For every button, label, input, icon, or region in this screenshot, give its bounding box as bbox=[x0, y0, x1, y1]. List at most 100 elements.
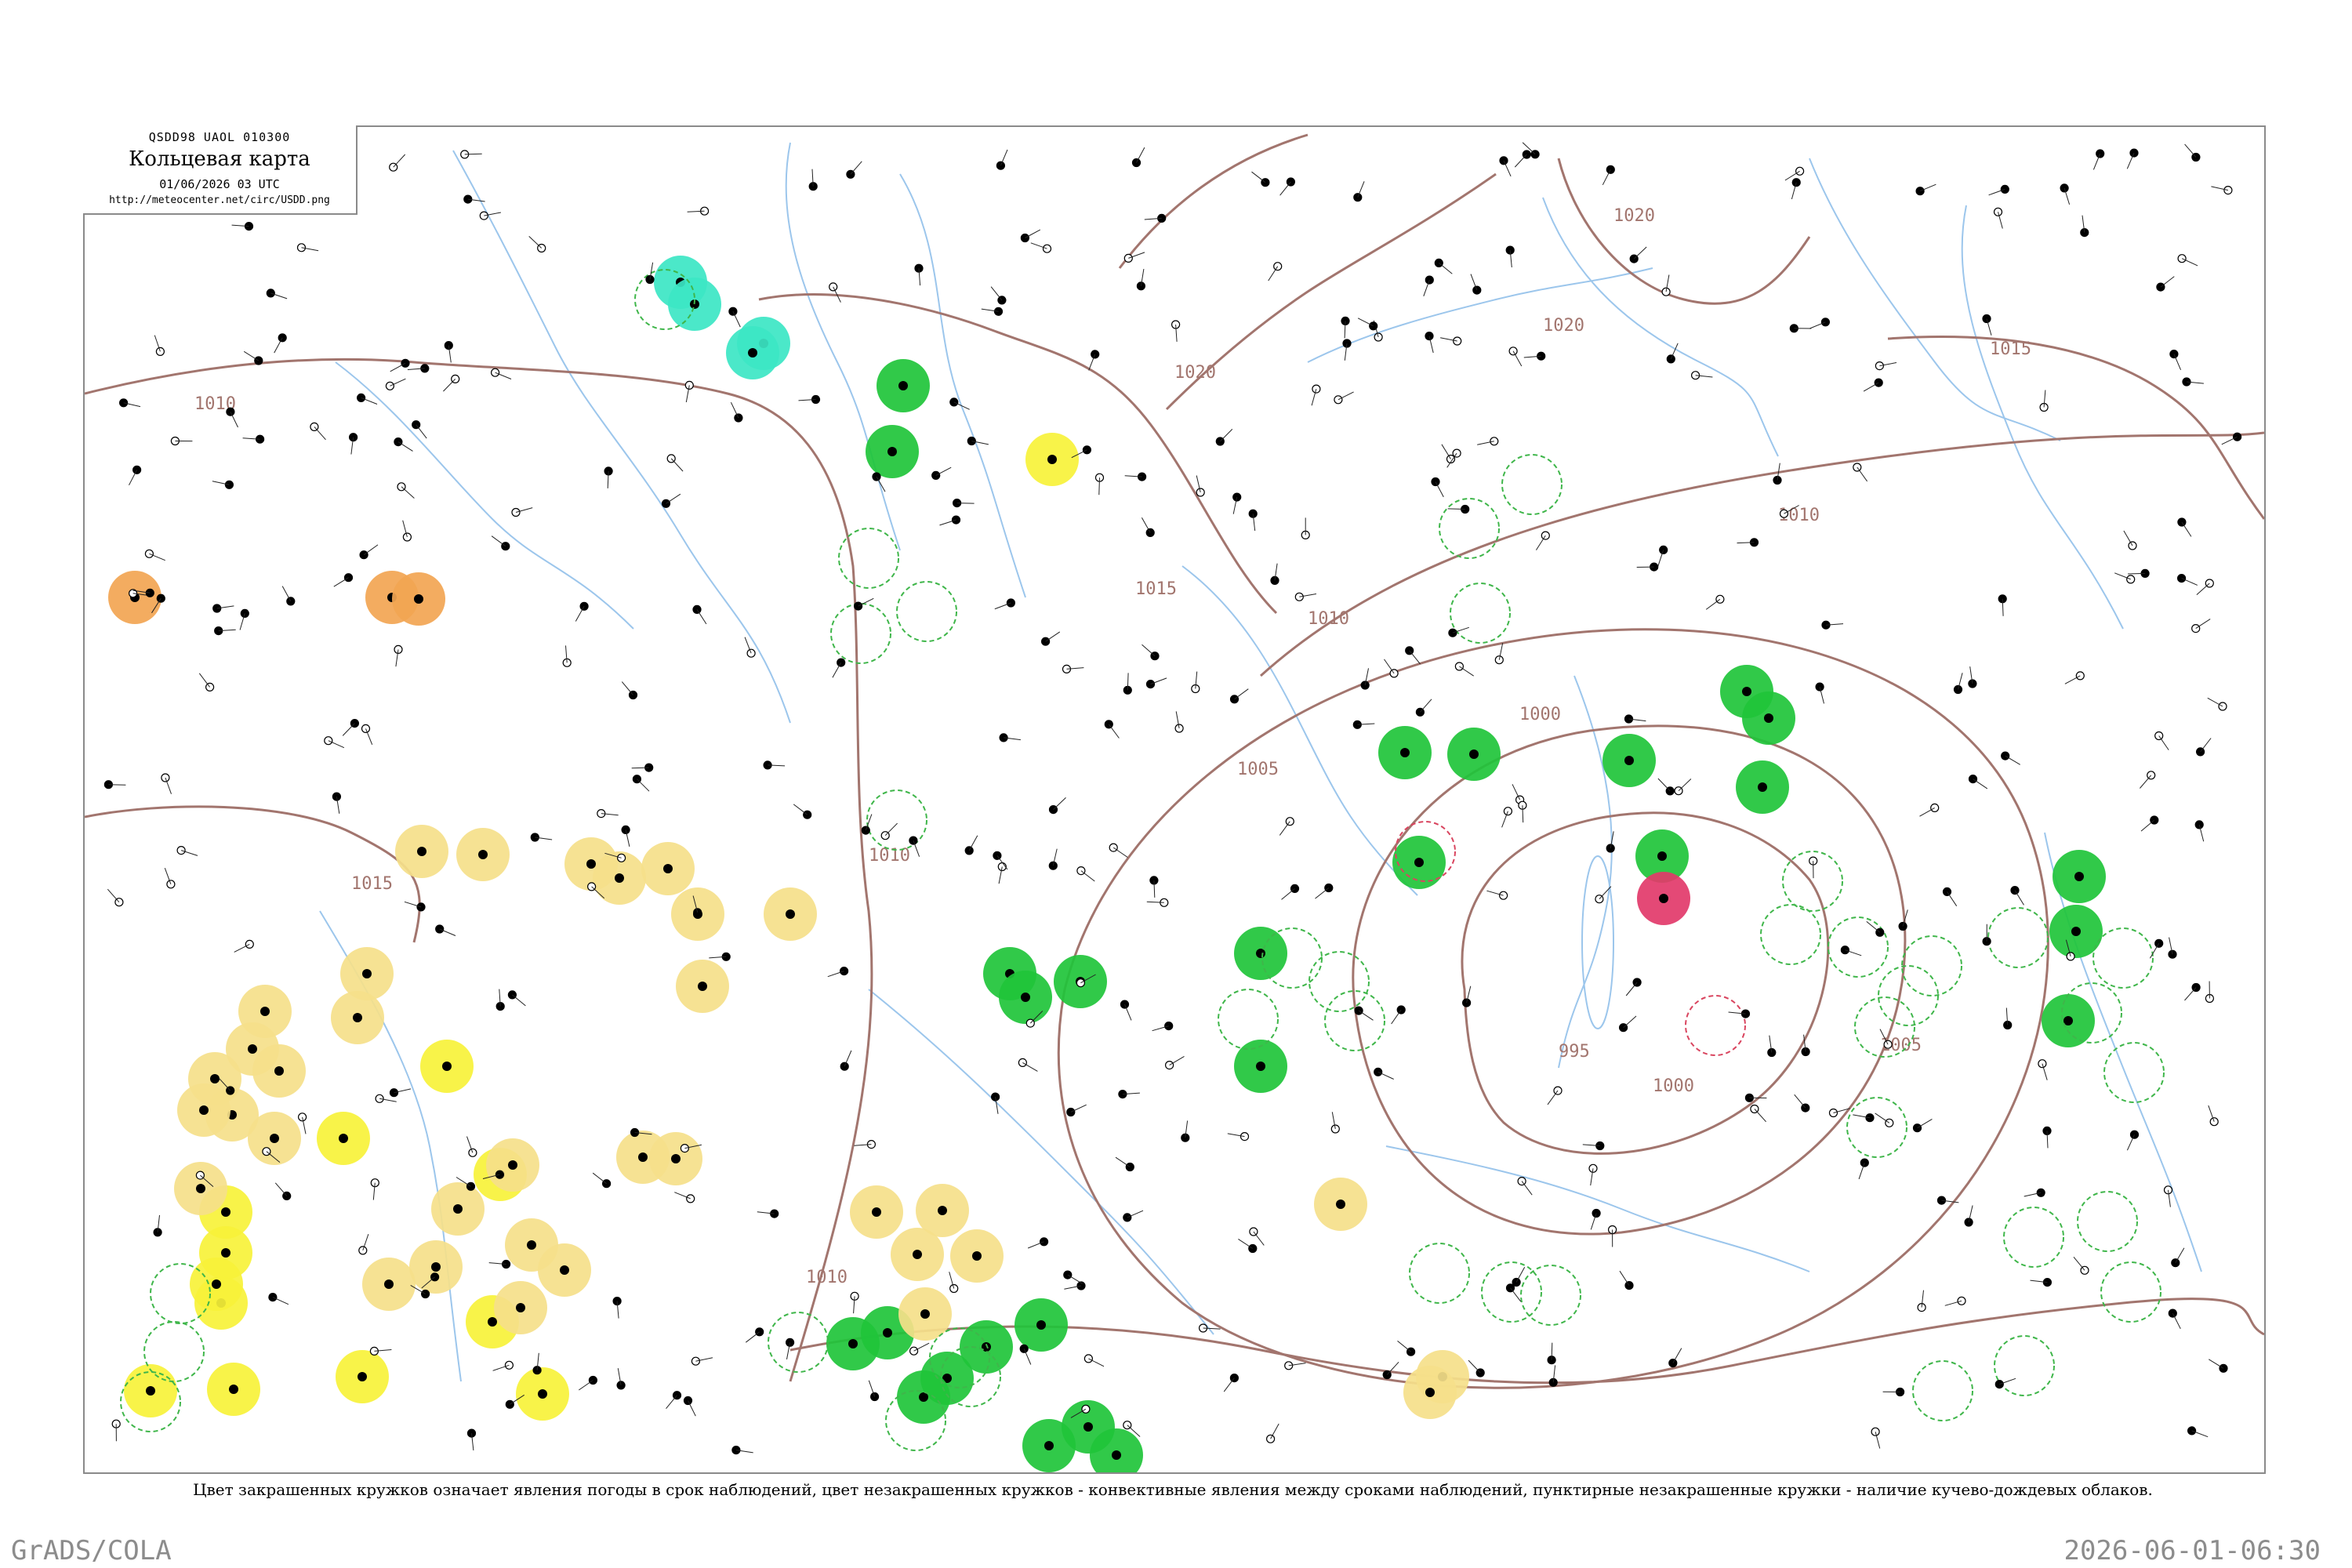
station-dot bbox=[274, 1066, 284, 1076]
river bbox=[1385, 1145, 1810, 1272]
station-dot bbox=[1021, 993, 1030, 1002]
station-dot bbox=[1400, 748, 1410, 757]
station-marker-rain bbox=[1014, 1298, 1068, 1352]
wind-barb bbox=[1338, 391, 1354, 401]
wind-barb bbox=[2073, 1256, 2085, 1271]
station-dot bbox=[2071, 927, 2081, 936]
cb-cloud-ring bbox=[2100, 1261, 2161, 1323]
station-dot bbox=[538, 1389, 547, 1399]
station-dot bbox=[663, 864, 673, 873]
station-dot bbox=[1659, 894, 1668, 903]
wind-barb bbox=[2184, 987, 2197, 1001]
wind-barb bbox=[1234, 688, 1249, 700]
cb-cloud-ring bbox=[2092, 927, 2154, 989]
station-marker-smoke-dust bbox=[108, 571, 162, 624]
station-dot bbox=[468, 1148, 477, 1157]
wind-barb bbox=[956, 503, 975, 504]
wind-barb bbox=[491, 535, 506, 547]
wind-barb bbox=[1112, 847, 1128, 858]
station-marker-fog-haze bbox=[174, 1162, 227, 1215]
station-marker-rain bbox=[1736, 760, 1789, 814]
wind-barb bbox=[1088, 1358, 1105, 1367]
wind-barb bbox=[1447, 508, 1465, 510]
wind-barb bbox=[730, 401, 739, 419]
station-marker-rain bbox=[2053, 850, 2106, 903]
station-marker-rain bbox=[1447, 728, 1501, 781]
wind-barb bbox=[1705, 598, 1721, 610]
river bbox=[1307, 267, 1653, 363]
station-dot bbox=[146, 1386, 155, 1396]
isobar-label: 1010 bbox=[806, 1268, 848, 1287]
wind-barb bbox=[1420, 699, 1432, 713]
station-dot bbox=[516, 1303, 525, 1312]
wind-barb bbox=[2172, 1312, 2181, 1330]
wind-barb bbox=[1623, 1015, 1637, 1029]
wind-barb bbox=[2200, 738, 2212, 753]
wind-barb bbox=[968, 835, 978, 851]
wind-barb bbox=[528, 236, 543, 249]
wind-barb bbox=[1435, 481, 1444, 498]
wind-barb bbox=[1108, 724, 1120, 739]
wind-barb bbox=[990, 286, 1003, 301]
wind-barb bbox=[363, 544, 379, 556]
station-dot bbox=[417, 847, 426, 856]
station-dot bbox=[1353, 193, 1363, 202]
wind-barb bbox=[1794, 1094, 1806, 1109]
wind-barb bbox=[1080, 870, 1095, 882]
station-dot bbox=[698, 982, 707, 991]
station-dot bbox=[1256, 949, 1265, 958]
wind-barb bbox=[793, 804, 808, 815]
station-dot bbox=[931, 470, 941, 480]
station-dot bbox=[196, 1184, 205, 1193]
wind-barb bbox=[1947, 891, 1958, 906]
station-marker-showers bbox=[1025, 433, 1079, 486]
station-dot bbox=[266, 289, 275, 298]
map-date: 01/06/2026 03 UTC bbox=[159, 177, 280, 191]
station-dot bbox=[414, 594, 423, 604]
wind-barb bbox=[1438, 263, 1453, 274]
wind-barb bbox=[390, 362, 406, 372]
wind-barb bbox=[1251, 171, 1266, 183]
wind-barb bbox=[107, 888, 120, 903]
wind-barb bbox=[1625, 982, 1638, 996]
source-url[interactable]: http://meteocenter.net/circ/USDD.png bbox=[83, 194, 356, 206]
station-dot bbox=[296, 243, 307, 252]
station-dot bbox=[278, 333, 287, 343]
station-marker-rain bbox=[2049, 905, 2103, 958]
station-dot bbox=[972, 1251, 982, 1261]
wind-barb bbox=[1358, 1010, 1374, 1021]
wind-barb bbox=[666, 493, 681, 504]
wind-barb bbox=[913, 1342, 930, 1352]
wind-barb bbox=[234, 943, 250, 953]
cb-cloud-ring bbox=[1218, 989, 1279, 1050]
station-dot bbox=[786, 909, 795, 919]
wind-barb bbox=[274, 337, 283, 354]
isobar-1000 bbox=[1352, 724, 1907, 1236]
wind-barb bbox=[592, 1172, 607, 1185]
station-marker-rain bbox=[877, 359, 930, 412]
station-dot bbox=[453, 1204, 463, 1214]
wind-barb bbox=[443, 379, 456, 392]
isobar-label: 1000 bbox=[1519, 705, 1561, 724]
wind-barb bbox=[1917, 1118, 1933, 1129]
station-marker-rain bbox=[1392, 836, 1446, 889]
station-dot bbox=[1503, 807, 1513, 816]
wind-barb bbox=[1142, 644, 1156, 657]
station-dot bbox=[1820, 318, 1830, 327]
station-dot bbox=[229, 1385, 238, 1394]
isobar-label: 1015 bbox=[351, 874, 393, 894]
isobar-label: 1015 bbox=[1135, 579, 1177, 599]
station-marker-fog-haze bbox=[409, 1240, 463, 1294]
wind-barb bbox=[621, 681, 633, 695]
station-dot bbox=[442, 1062, 452, 1071]
station-dot bbox=[358, 1372, 367, 1381]
wind-barb bbox=[314, 426, 326, 441]
wind-barb bbox=[230, 411, 238, 428]
station-marker-fog-haze bbox=[891, 1228, 944, 1281]
isobar-label: 1010 bbox=[1308, 609, 1349, 629]
wind-barb bbox=[1253, 1231, 1265, 1246]
station-dot bbox=[938, 1206, 947, 1215]
wind-barb bbox=[2128, 572, 2146, 575]
station-marker-fog-haze bbox=[649, 1132, 702, 1185]
station-dot bbox=[1764, 713, 1773, 723]
